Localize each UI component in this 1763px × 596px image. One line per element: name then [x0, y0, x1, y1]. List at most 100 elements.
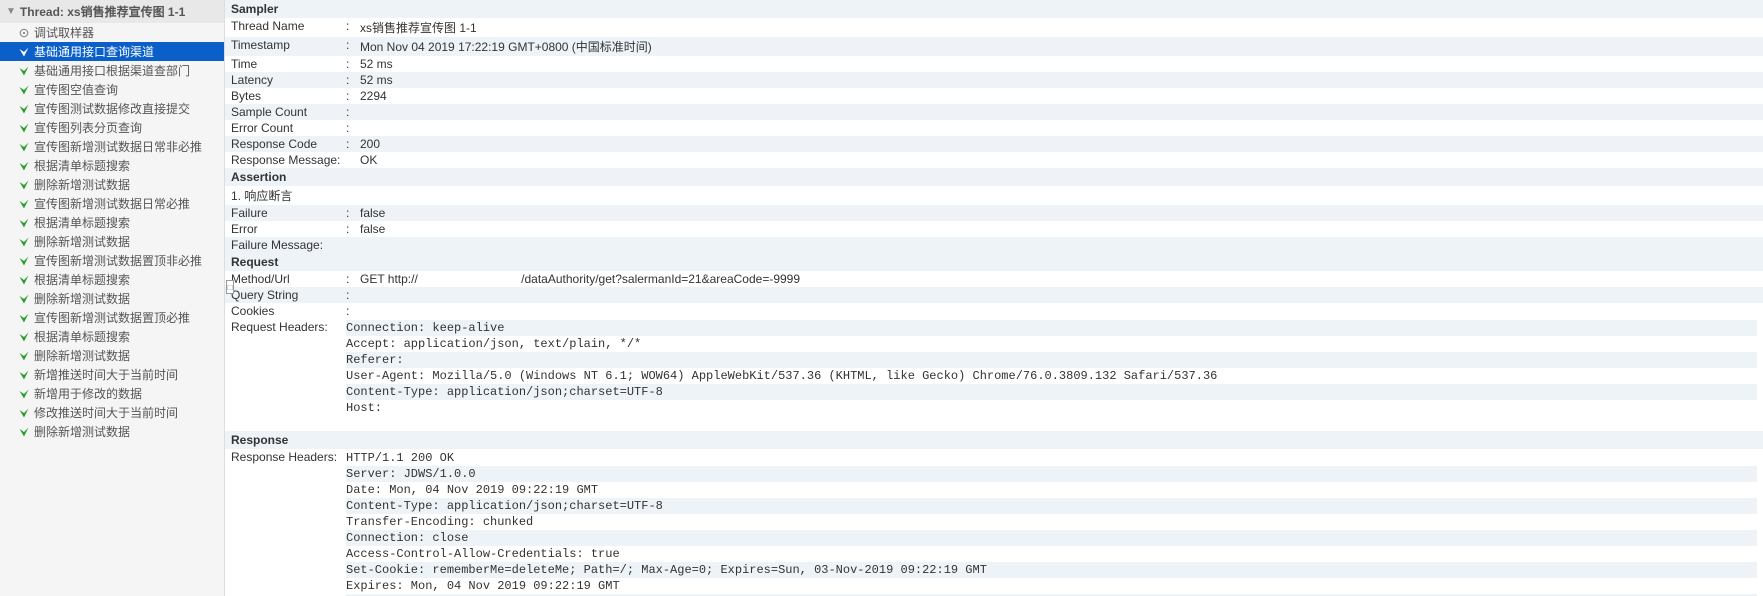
tree-item-label: 删除新增测试数据 — [34, 233, 130, 250]
header-line: HTTP/1.1 200 OK — [346, 450, 1757, 466]
field-label: Response Message: — [231, 153, 346, 167]
req-headers-label: Request Headers: — [231, 320, 346, 416]
tree-item-19[interactable]: 新增用于修改的数据 — [0, 384, 224, 403]
header-line: Expires: Mon, 04 Nov 2019 09:22:19 GMT — [346, 578, 1757, 594]
check-icon — [18, 369, 30, 381]
check-icon — [18, 179, 30, 191]
tree-item-label: 根据清单标题搜索 — [34, 328, 130, 345]
check-icon — [18, 426, 30, 438]
tree-item-9[interactable]: 宣传图新增测试数据日常必推 — [0, 194, 224, 213]
tree-item-18[interactable]: 新增推送时间大于当前时间 — [0, 365, 224, 384]
field-row: Latency:52 ms — [225, 72, 1763, 88]
thread-header[interactable]: ▼ Thread: xs销售推荐宣传图 1-1 — [0, 0, 224, 23]
check-icon — [18, 160, 30, 172]
gear-icon — [18, 27, 30, 39]
field-row: Failure Message: — [225, 237, 1763, 253]
field-label: Timestamp — [231, 38, 346, 55]
field-label: Sample Count — [231, 105, 346, 119]
field-label: Failure Message: — [231, 238, 346, 252]
tree-item-20[interactable]: 修改推送时间大于当前时间 — [0, 403, 224, 422]
field-row: Sample Count: — [225, 104, 1763, 120]
assertion-name: 1. 响应断言 — [231, 187, 1757, 204]
sidebar-tree: ▼ Thread: xs销售推荐宣传图 1-1 调试取样器基础通用接口查询渠道基… — [0, 0, 225, 596]
collapse-triangle-icon[interactable]: ▼ — [6, 6, 16, 17]
field-value: xs销售推荐宣传图 1-1 — [360, 19, 1757, 36]
details-panel: Sampler Thread Name:xs销售推荐宣传图 1-1Timesta… — [225, 0, 1763, 596]
tree-item-label: 调试取样器 — [34, 24, 94, 41]
check-icon — [18, 350, 30, 362]
field-label: Response Code — [231, 137, 346, 151]
field-label: Bytes — [231, 89, 346, 103]
tree-item-7[interactable]: 根据清单标题搜索 — [0, 156, 224, 175]
check-icon — [18, 141, 30, 153]
tree-item-6[interactable]: 宣传图新增测试数据日常非必推 — [0, 137, 224, 156]
header-line: Connection: close — [346, 530, 1757, 546]
header-line: Accept: application/json, text/plain, */… — [346, 336, 1757, 352]
header-line: Server: JDWS/1.0.0 — [346, 466, 1757, 482]
check-icon — [18, 65, 30, 77]
field-value: false — [360, 222, 1757, 236]
tree-item-4[interactable]: 宣传图测试数据修改直接提交 — [0, 99, 224, 118]
tree-item-13[interactable]: 根据清单标题搜索 — [0, 270, 224, 289]
tree-item-15[interactable]: 宣传图新增测试数据置顶必推 — [0, 308, 224, 327]
tree-item-10[interactable]: 根据清单标题搜索 — [0, 213, 224, 232]
header-line: Content-Type: application/json;charset=U… — [346, 498, 1757, 514]
tree-item-17[interactable]: 删除新增测试数据 — [0, 346, 224, 365]
field-row: Response Code:200 — [225, 136, 1763, 152]
field-row: Bytes:2294 — [225, 88, 1763, 104]
thread-title: Thread: xs销售推荐宣传图 1-1 — [20, 3, 185, 20]
cookies-label: Cookies — [231, 304, 346, 318]
field-row: Error Count: — [225, 120, 1763, 136]
header-line: Connection: keep-alive — [346, 320, 1757, 336]
check-icon — [18, 312, 30, 324]
field-value: false — [360, 206, 1757, 220]
response-heading: Response — [225, 431, 1763, 449]
tree-item-5[interactable]: 宣传图列表分页查询 — [0, 118, 224, 137]
field-value: OK — [360, 153, 1757, 167]
check-icon — [18, 217, 30, 229]
check-icon — [18, 293, 30, 305]
field-label: Time — [231, 57, 346, 71]
field-value: 52 ms — [360, 73, 1757, 87]
tree-item-14[interactable]: 删除新增测试数据 — [0, 289, 224, 308]
field-value: 200 — [360, 137, 1757, 151]
header-line: Date: Mon, 04 Nov 2019 09:22:19 GMT — [346, 482, 1757, 498]
tree-item-0[interactable]: 调试取样器 — [0, 23, 224, 42]
header-line: Referer: — [346, 352, 1757, 368]
tree-item-21[interactable]: 删除新增测试数据 — [0, 422, 224, 441]
check-icon — [18, 274, 30, 286]
method-label: Method/Url — [231, 272, 346, 286]
tree-item-label: 基础通用接口查询渠道 — [34, 43, 154, 60]
response-headers-block: Response Headers: HTTP/1.1 200 OKServer:… — [225, 449, 1763, 596]
resp-headers-label: Response Headers: — [231, 450, 346, 596]
check-icon — [18, 236, 30, 248]
tree-item-12[interactable]: 宣传图新增测试数据置顶非必推 — [0, 251, 224, 270]
header-line: Host: — [346, 400, 1757, 416]
tree-item-label: 宣传图新增测试数据日常必推 — [34, 195, 190, 212]
field-value: Mon Nov 04 2019 17:22:19 GMT+0800 (中国标准时… — [360, 38, 1757, 55]
field-row: Failure:false — [225, 205, 1763, 221]
field-value — [360, 105, 1757, 119]
check-icon — [18, 103, 30, 115]
tree-item-label: 宣传图新增测试数据置顶必推 — [34, 309, 190, 326]
tree-item-3[interactable]: 宣传图空值查询 — [0, 80, 224, 99]
tree-item-11[interactable]: 删除新增测试数据 — [0, 232, 224, 251]
field-label: Failure — [231, 206, 346, 220]
cookies-value — [360, 304, 1757, 318]
query-string-row: Query String : — [225, 287, 1763, 303]
tree-item-label: 根据清单标题搜索 — [34, 214, 130, 231]
field-row: Timestamp:Mon Nov 04 2019 17:22:19 GMT+0… — [225, 37, 1763, 56]
field-value: 52 ms — [360, 57, 1757, 71]
tree-item-8[interactable]: 删除新增测试数据 — [0, 175, 224, 194]
field-value — [360, 238, 1757, 252]
check-icon — [18, 388, 30, 400]
check-icon — [18, 84, 30, 96]
tree-item-label: 宣传图新增测试数据置顶非必推 — [34, 252, 202, 269]
splitter-handle[interactable]: □ — [226, 280, 234, 294]
field-row: Time:52 ms — [225, 56, 1763, 72]
tree-item-2[interactable]: 基础通用接口根据渠道查部门 — [0, 61, 224, 80]
tree-item-label: 删除新增测试数据 — [34, 347, 130, 364]
tree-item-16[interactable]: 根据清单标题搜索 — [0, 327, 224, 346]
tree-item-1[interactable]: 基础通用接口查询渠道 — [0, 42, 224, 61]
check-icon — [18, 122, 30, 134]
